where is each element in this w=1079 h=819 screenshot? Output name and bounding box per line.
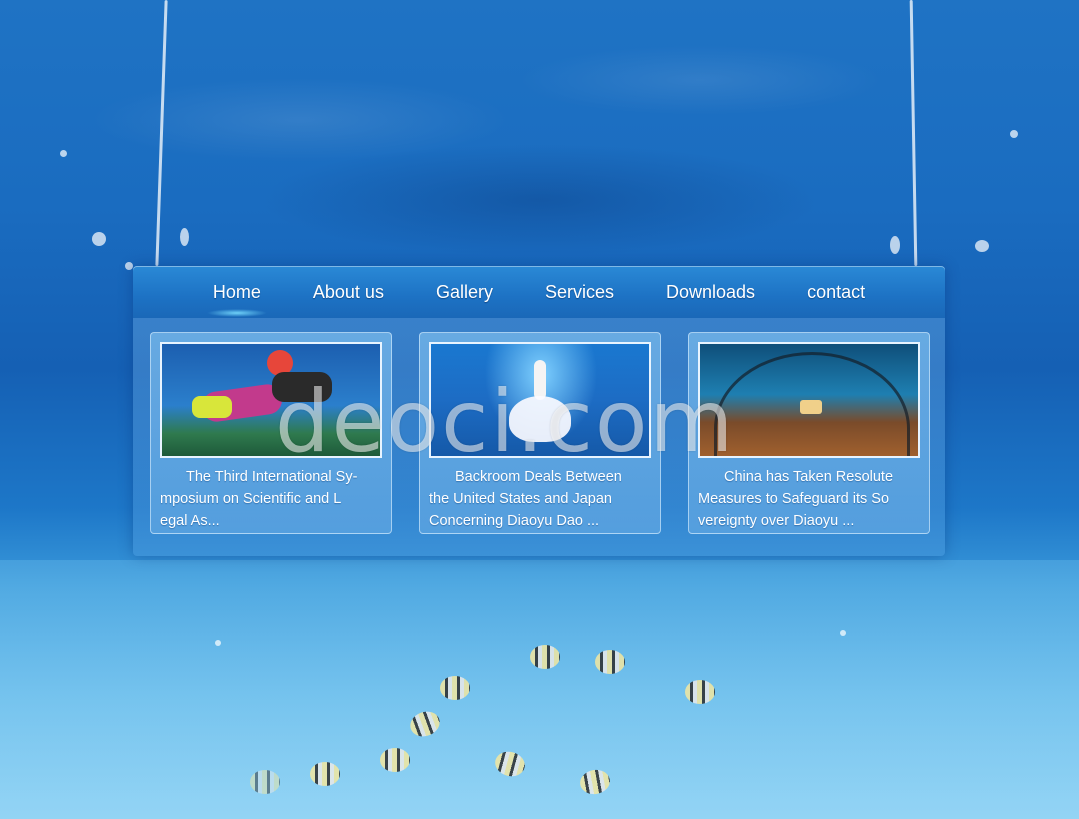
news-card-caption: China has Taken Resolute Measures to Saf… <box>698 469 894 529</box>
bubble <box>180 228 189 246</box>
bubble <box>890 236 900 254</box>
main-navigation: Home About us Gallery Services Downloads… <box>133 266 945 318</box>
hanging-menu-panel: Home About us Gallery Services Downloads… <box>133 266 945 556</box>
nav-home[interactable]: Home <box>206 282 267 317</box>
underwater-dancer-thumbnail[interactable] <box>429 342 651 458</box>
bubble <box>125 262 133 270</box>
fish <box>530 645 560 669</box>
news-card[interactable]: Backroom Deals Between the United States… <box>419 332 661 534</box>
news-cards: The Third International Sy- mposium on S… <box>150 332 930 534</box>
bubble <box>840 630 846 636</box>
nav-downloads[interactable]: Downloads <box>666 282 755 303</box>
sandy-seabed <box>0 560 1079 819</box>
diver-thumbnail[interactable] <box>160 342 382 458</box>
fish <box>250 770 280 794</box>
news-card-caption: Backroom Deals Between the United States… <box>429 469 622 529</box>
nav-gallery[interactable]: Gallery <box>436 282 493 303</box>
bubble <box>215 640 221 646</box>
bubble <box>92 232 106 246</box>
news-card[interactable]: China has Taken Resolute Measures to Saf… <box>688 332 930 534</box>
bubble <box>1010 130 1018 138</box>
nav-services[interactable]: Services <box>545 282 614 303</box>
bubble <box>975 240 989 252</box>
nav-about-us[interactable]: About us <box>313 282 384 303</box>
fish <box>595 650 625 674</box>
fish <box>380 748 410 772</box>
news-card-caption: The Third International Sy- mposium on S… <box>160 469 358 529</box>
aquarium-tunnel-thumbnail[interactable] <box>698 342 920 458</box>
fish <box>440 676 470 700</box>
fish <box>310 762 340 786</box>
fish <box>685 680 715 704</box>
news-card[interactable]: The Third International Sy- mposium on S… <box>150 332 392 534</box>
bubble <box>60 150 67 157</box>
nav-contact[interactable]: contact <box>807 282 865 303</box>
